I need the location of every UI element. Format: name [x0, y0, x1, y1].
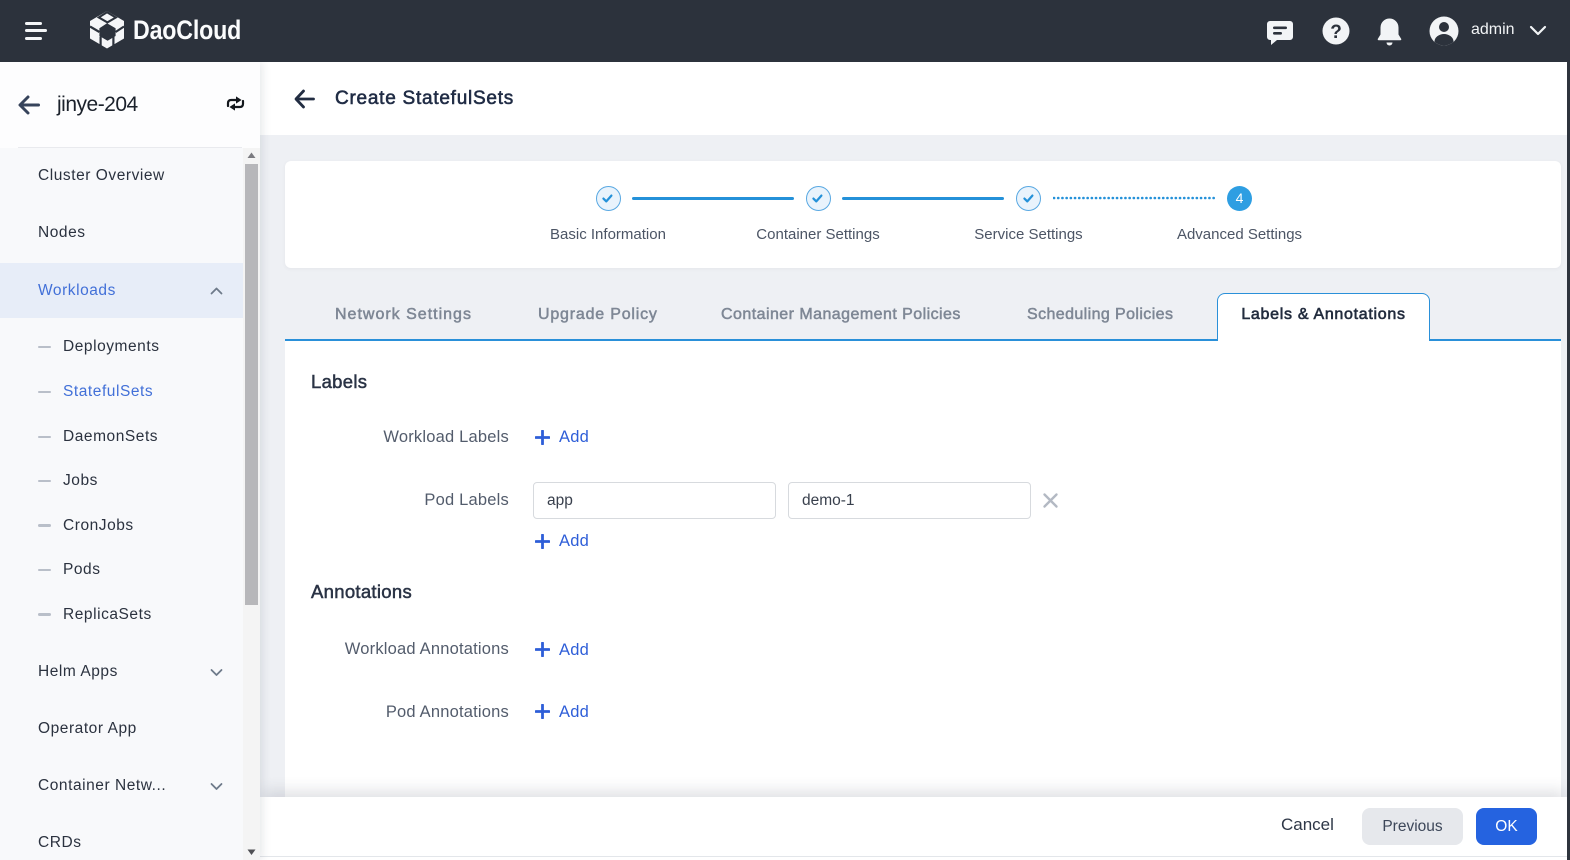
svg-text:?: ?	[1330, 22, 1342, 43]
